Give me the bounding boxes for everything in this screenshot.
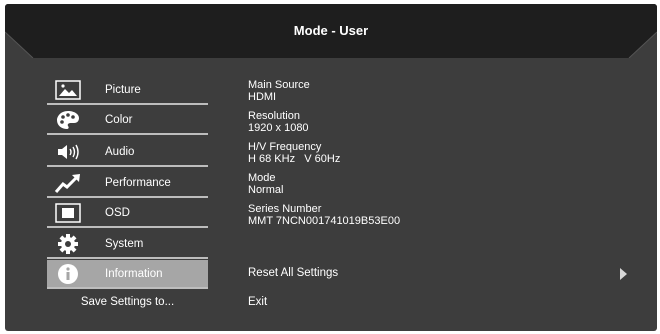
- info-label: Main Source: [248, 79, 310, 91]
- menu-item-label: Color: [105, 114, 133, 126]
- divider: [47, 133, 208, 135]
- speaker-icon: [54, 141, 82, 163]
- menu-item-label: OSD: [105, 207, 130, 219]
- info-label: Series Number: [248, 203, 322, 215]
- header-bar: Mode - User: [5, 4, 657, 58]
- info-series-number: Series Number MMT 7NCN001741019B53E00: [248, 203, 400, 227]
- menu-item-label: System: [105, 238, 144, 250]
- osd-window: Mode - User Picture Color Audio Performa…: [5, 4, 657, 331]
- divider: [47, 196, 208, 198]
- info-hv-frequency: H/V Frequency H 68 KHz V 60Hz: [248, 141, 340, 165]
- divider: [47, 103, 208, 105]
- picture-icon: [54, 79, 82, 101]
- save-settings-button[interactable]: Save Settings to...: [47, 291, 208, 313]
- info-resolution: Resolution 1920 x 1080: [248, 110, 309, 134]
- menu-item-performance[interactable]: Performance: [47, 169, 208, 198]
- info-label: Mode: [248, 172, 276, 184]
- page-title: Mode - User: [293, 23, 369, 38]
- menu-item-information[interactable]: Information: [47, 260, 208, 289]
- palette-icon: [54, 109, 82, 131]
- divider: [47, 257, 208, 259]
- divider: [47, 165, 208, 167]
- info-label: Resolution: [248, 110, 300, 122]
- exit-button[interactable]: Exit: [248, 296, 267, 308]
- menu-item-audio[interactable]: Audio: [47, 138, 208, 167]
- menu-item-color[interactable]: Color: [47, 106, 208, 135]
- divider: [47, 226, 208, 228]
- info-value: H 68 KHz V 60Hz: [248, 153, 341, 165]
- info-label: H/V Frequency: [248, 141, 322, 153]
- menu-item-system[interactable]: System: [47, 230, 208, 259]
- menu-item-label: Audio: [105, 146, 135, 158]
- gear-icon: [54, 233, 82, 255]
- osd-window-icon: [54, 202, 82, 224]
- reset-all-settings-button[interactable]: Reset All Settings: [248, 267, 338, 279]
- menu-item-label: Information: [105, 268, 163, 280]
- menu-item-osd[interactable]: OSD: [47, 199, 208, 228]
- menu-item-label: Picture: [105, 84, 141, 96]
- chevron-right-icon[interactable]: [620, 268, 627, 280]
- info-value: HDMI: [248, 91, 277, 103]
- menu-item-picture[interactable]: Picture: [47, 76, 208, 105]
- info-value: Normal: [248, 184, 284, 196]
- info-value: MMT 7NCN001741019B53E00: [248, 215, 401, 227]
- trend-arrow-icon: [54, 172, 82, 194]
- divider: [47, 287, 208, 289]
- menu-item-label: Performance: [105, 177, 171, 189]
- info-mode: Mode Normal: [248, 172, 283, 196]
- info-value: 1920 x 1080: [248, 122, 309, 134]
- info-icon: [54, 263, 82, 285]
- info-main-source: Main Source HDMI: [248, 79, 310, 103]
